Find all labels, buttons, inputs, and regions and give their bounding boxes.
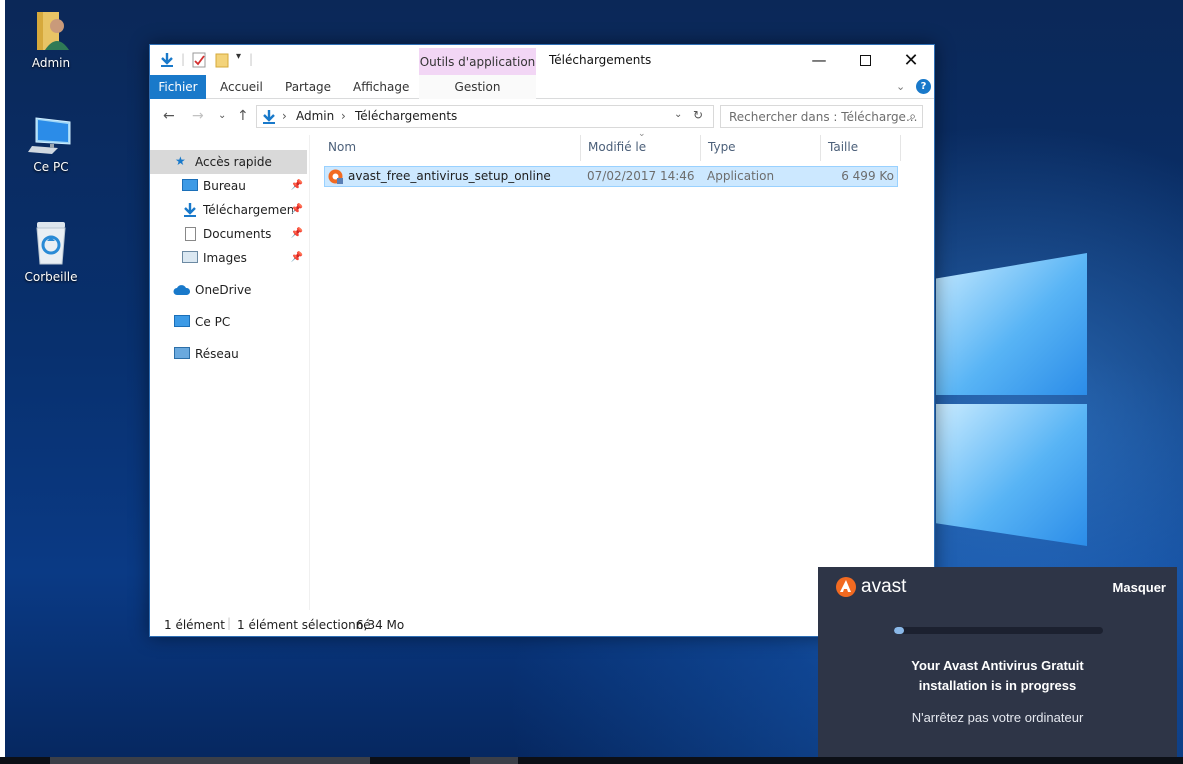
navigation-pane: ★ Accès rapide Bureau 📌 Téléchargements …	[150, 135, 310, 610]
desktop-icon-admin[interactable]: Admin	[11, 8, 91, 70]
documents-icon	[185, 227, 196, 241]
desktop-folder-icon	[182, 179, 198, 191]
tab-manage[interactable]: Gestion	[419, 75, 536, 99]
ribbon-expand-chevron-icon[interactable]: ⌄	[896, 75, 905, 99]
tab-home[interactable]: Accueil	[220, 75, 263, 99]
column-header-type[interactable]: Type	[702, 135, 820, 161]
cloud-icon	[173, 285, 191, 295]
nav-item-desktop[interactable]: Bureau 📌	[150, 174, 307, 198]
properties-icon[interactable]	[191, 52, 207, 68]
address-dropdown-icon[interactable]: ⌄	[674, 109, 682, 120]
network-icon	[174, 347, 190, 359]
minimize-icon: —	[811, 51, 827, 69]
status-bar: 1 élément | 1 élément sélectionné 6,34 M…	[164, 616, 405, 632]
nav-item-pictures[interactable]: Images 📌	[150, 246, 307, 270]
desktop-icon-this-pc[interactable]: Ce PC	[11, 114, 91, 174]
breadcrumb-admin[interactable]: Admin	[296, 109, 334, 123]
downloads-folder-icon	[263, 110, 275, 124]
file-size: 6 499 Ko	[841, 169, 894, 183]
column-header-name[interactable]: Nom	[322, 135, 580, 161]
search-input[interactable]: Rechercher dans : Télécharge... ⌕	[720, 105, 923, 128]
breadcrumb-downloads[interactable]: Téléchargements	[355, 109, 457, 123]
breadcrumb-separator-icon: ›	[341, 109, 346, 123]
recent-locations-icon[interactable]: ⌄	[218, 110, 226, 121]
file-explorer-window[interactable]: | ▾ | Outils d'application Téléchargemen…	[149, 44, 935, 637]
desktop-icon-label: Corbeille	[24, 270, 78, 284]
close-icon: ✕	[903, 49, 919, 71]
pin-icon[interactable]: 📌	[291, 174, 303, 198]
desktop-icon-label: Admin	[31, 56, 71, 70]
address-box[interactable]: › Admin › Téléchargements ⌄ ↻	[256, 105, 714, 128]
taskbar[interactable]	[0, 757, 1183, 764]
avast-logo-icon	[836, 577, 856, 597]
maximize-icon	[859, 54, 871, 66]
status-selected: 1 élément sélectionné	[237, 618, 371, 632]
window-title: Téléchargements	[549, 53, 652, 67]
up-button[interactable]: ↑	[237, 108, 249, 124]
pin-icon[interactable]: 📌	[291, 222, 303, 246]
install-message: Your Avast Antivirus Gratuit installatio…	[911, 658, 1084, 693]
quick-access-dropdown-icon[interactable]: ▾	[236, 51, 241, 62]
tab-view[interactable]: Affichage	[353, 75, 409, 99]
file-list: Nom Modifié le ⌄ Type Taille avast_free_…	[322, 129, 930, 610]
forward-button[interactable]: →	[192, 108, 204, 124]
star-icon: ★	[175, 154, 186, 168]
download-arrow-icon	[184, 203, 196, 217]
breadcrumb-separator-icon: ›	[282, 109, 287, 123]
status-selected-size: 6,34 Mo	[356, 618, 405, 632]
download-arrow-icon	[161, 53, 173, 67]
recycle-bin-icon	[36, 222, 66, 265]
desktop-icon-label: Ce PC	[33, 160, 69, 174]
refresh-icon[interactable]: ↻	[693, 108, 703, 122]
avast-brand-text: avast	[861, 576, 907, 597]
tab-application-tools[interactable]: Outils d'application	[419, 48, 536, 75]
new-folder-icon[interactable]	[214, 52, 230, 68]
nav-item-downloads[interactable]: Téléchargements 📌	[150, 198, 307, 222]
table-row[interactable]: avast_free_antivirus_setup_online 07/02/…	[324, 166, 898, 187]
nav-item-quick-access[interactable]: ★ Accès rapide	[150, 150, 307, 174]
avast-install-popup: avast Masquer Your Avast Antivirus Gratu…	[818, 567, 1177, 757]
tab-share[interactable]: Partage	[285, 75, 331, 99]
tab-file[interactable]: Fichier	[150, 75, 206, 99]
computer-icon	[174, 315, 190, 327]
ribbon-tabs: Fichier Accueil Partage Affichage Gestio…	[150, 75, 934, 99]
file-name: avast_free_antivirus_setup_online	[348, 169, 551, 183]
file-type: Application	[707, 169, 775, 183]
hide-button[interactable]: Masquer	[1113, 580, 1166, 595]
user-folder-icon	[37, 12, 69, 50]
pictures-icon	[182, 251, 198, 263]
search-icon: ⌕	[909, 109, 916, 123]
minimize-button[interactable]: —	[796, 45, 842, 75]
nav-item-this-pc[interactable]: Ce PC	[150, 310, 307, 334]
back-button[interactable]: ←	[163, 108, 175, 124]
nav-item-documents[interactable]: Documents 📌	[150, 222, 307, 246]
install-progress-fill	[894, 627, 905, 634]
nav-item-network[interactable]: Réseau	[150, 342, 307, 366]
pin-icon[interactable]: 📌	[291, 198, 303, 222]
search-placeholder: Rechercher dans : Télécharge...	[729, 110, 918, 124]
avast-setup-icon	[328, 169, 343, 184]
maximize-button[interactable]	[842, 45, 888, 75]
pin-icon[interactable]: 📌	[291, 246, 303, 270]
column-header-size[interactable]: Taille	[822, 135, 900, 161]
computer-icon	[28, 117, 71, 154]
close-button[interactable]: ✕	[888, 45, 934, 75]
file-modified: 07/02/2017 14:46	[587, 169, 695, 183]
help-icon[interactable]: ?	[916, 79, 931, 94]
install-progress-bar	[894, 627, 1103, 634]
address-bar: ← → ⌄ ↑ › Admin › Téléchargements ⌄ ↻ Re…	[150, 100, 934, 133]
status-item-count: 1 élément	[164, 618, 225, 632]
pane-divider[interactable]	[309, 135, 310, 610]
sort-chevron-icon: ⌄	[638, 129, 646, 139]
nav-item-onedrive[interactable]: OneDrive	[150, 278, 307, 302]
install-sub-message: N'arrêtez pas votre ordinateur	[911, 710, 1084, 725]
title-bar[interactable]: | ▾ | Outils d'application Téléchargemen…	[150, 45, 934, 75]
desktop-icon-recycle-bin[interactable]: Corbeille	[11, 220, 91, 284]
